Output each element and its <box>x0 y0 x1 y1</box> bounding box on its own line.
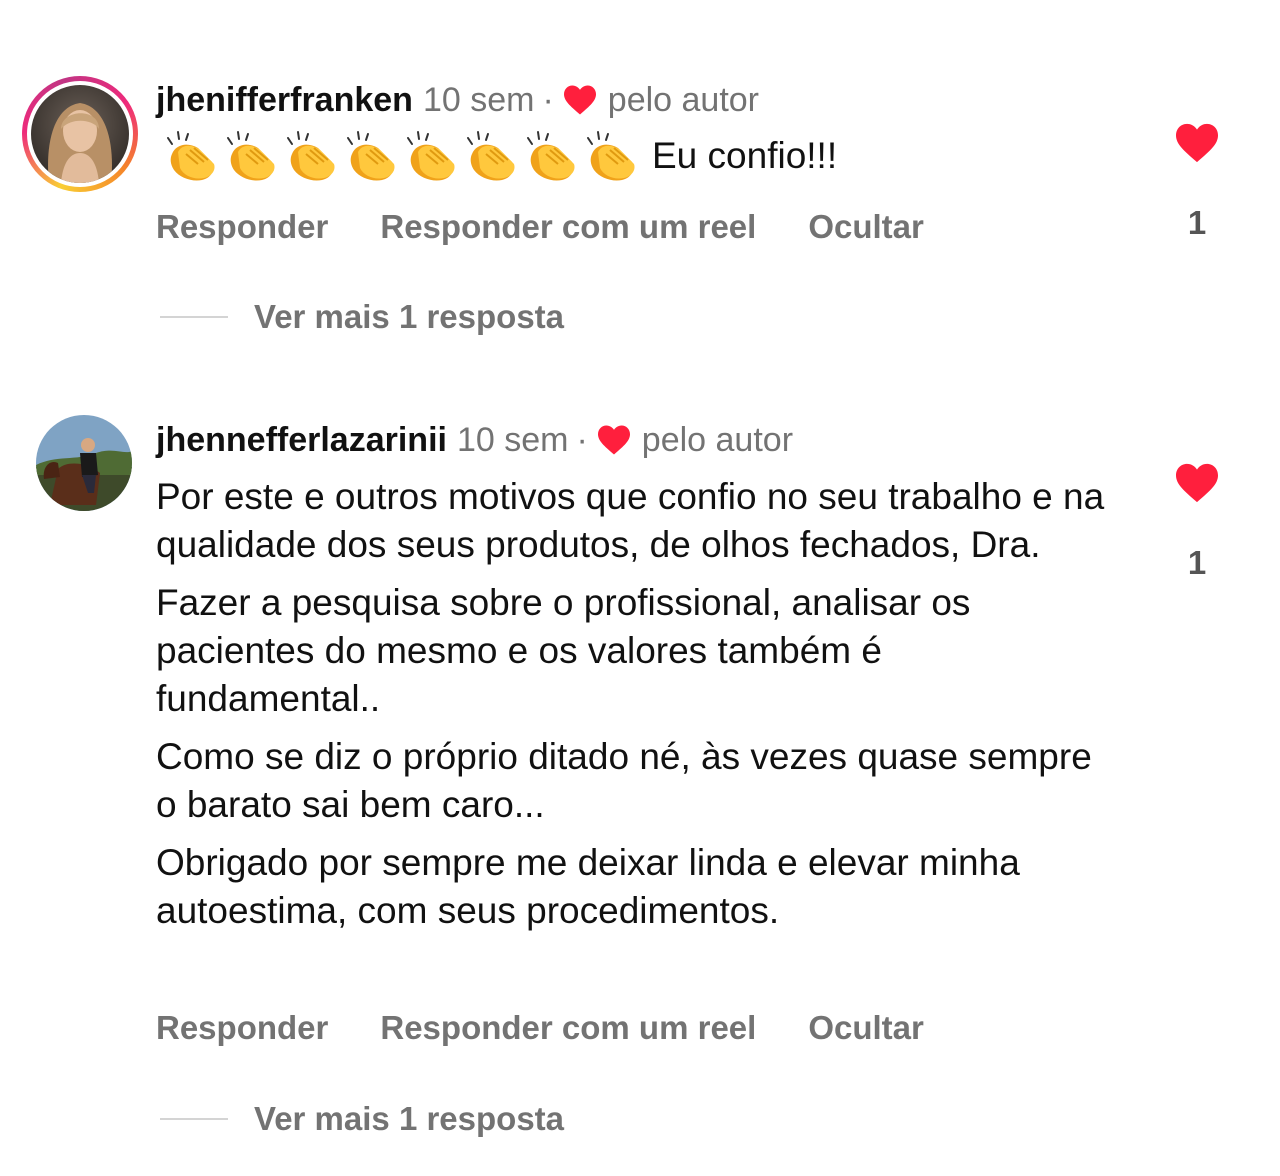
like-heart-icon[interactable] <box>1173 122 1221 164</box>
avatar[interactable] <box>36 415 132 511</box>
reply-with-reel-button[interactable]: Responder com um reel <box>380 208 756 246</box>
clapping-hands-icon <box>167 131 215 181</box>
comment-text: Por este e outros motivos que confio no … <box>156 473 1116 945</box>
like-column: 1 <box>1166 462 1228 582</box>
comment-paragraph: Fazer a pesquisa sobre o profissional, a… <box>156 582 971 719</box>
like-column: 1 <box>1166 122 1228 242</box>
divider <box>160 316 228 318</box>
comment-actions: Responder Responder com um reel Ocultar <box>156 1009 924 1047</box>
view-more-replies[interactable]: Ver mais 1 resposta <box>160 1100 564 1138</box>
comment-header: jhenifferfranken 10 sem · pelo autor <box>156 80 759 120</box>
clapping-hands-icon <box>467 131 515 181</box>
reply-button[interactable]: Responder <box>156 1009 328 1047</box>
divider <box>160 1118 228 1120</box>
like-count: 1 <box>1187 544 1207 581</box>
liked-by-author-label: pelo autor <box>641 421 794 459</box>
clapping-hands-icon <box>407 131 455 181</box>
comment-paragraph: Obrigado por sempre me deixar linda e el… <box>156 842 1020 931</box>
view-more-replies[interactable]: Ver mais 1 resposta <box>160 298 564 336</box>
comment-actions: Responder Responder com um reel Ocultar <box>156 208 924 246</box>
like-count: 1 <box>1187 204 1207 241</box>
username[interactable]: jhenifferfranken <box>156 80 413 120</box>
clapping-hands-icon <box>287 131 335 181</box>
separator: · <box>542 81 554 119</box>
hide-button[interactable]: Ocultar <box>808 1009 924 1047</box>
heart-icon <box>597 425 630 455</box>
view-more-replies-label: Ver mais 1 resposta <box>254 298 565 335</box>
clapping-hands-icon <box>527 131 575 181</box>
like-heart-icon[interactable] <box>1173 462 1221 504</box>
heart-icon <box>563 85 596 115</box>
hide-button[interactable]: Ocultar <box>808 208 924 246</box>
avatar <box>31 85 129 183</box>
comment-paragraph: Como se diz o próprio ditado né, às veze… <box>156 736 1092 825</box>
timestamp: 10 sem <box>422 81 535 119</box>
comment-text-body: Eu confio!!! <box>652 135 838 176</box>
clapping-hands-icon <box>227 131 275 181</box>
clapping-hands-icon <box>587 131 635 181</box>
comment-header: jhennefferlazarinii 10 sem · pelo autor <box>156 420 793 460</box>
avatar-story-ring[interactable] <box>22 76 138 192</box>
separator: · <box>576 421 588 459</box>
comment-paragraph: Por este e outros motivos que confio no … <box>156 476 1105 565</box>
liked-by-author-label: pelo autor <box>607 81 760 119</box>
reply-button[interactable]: Responder <box>156 208 328 246</box>
clapping-hands-icon <box>347 131 395 181</box>
username[interactable]: jhennefferlazarinii <box>156 420 447 460</box>
view-more-replies-label: Ver mais 1 resposta <box>254 1100 565 1137</box>
comment-text: Eu confio!!! <box>158 126 837 186</box>
reply-with-reel-button[interactable]: Responder com um reel <box>380 1009 756 1047</box>
timestamp: 10 sem <box>456 421 569 459</box>
